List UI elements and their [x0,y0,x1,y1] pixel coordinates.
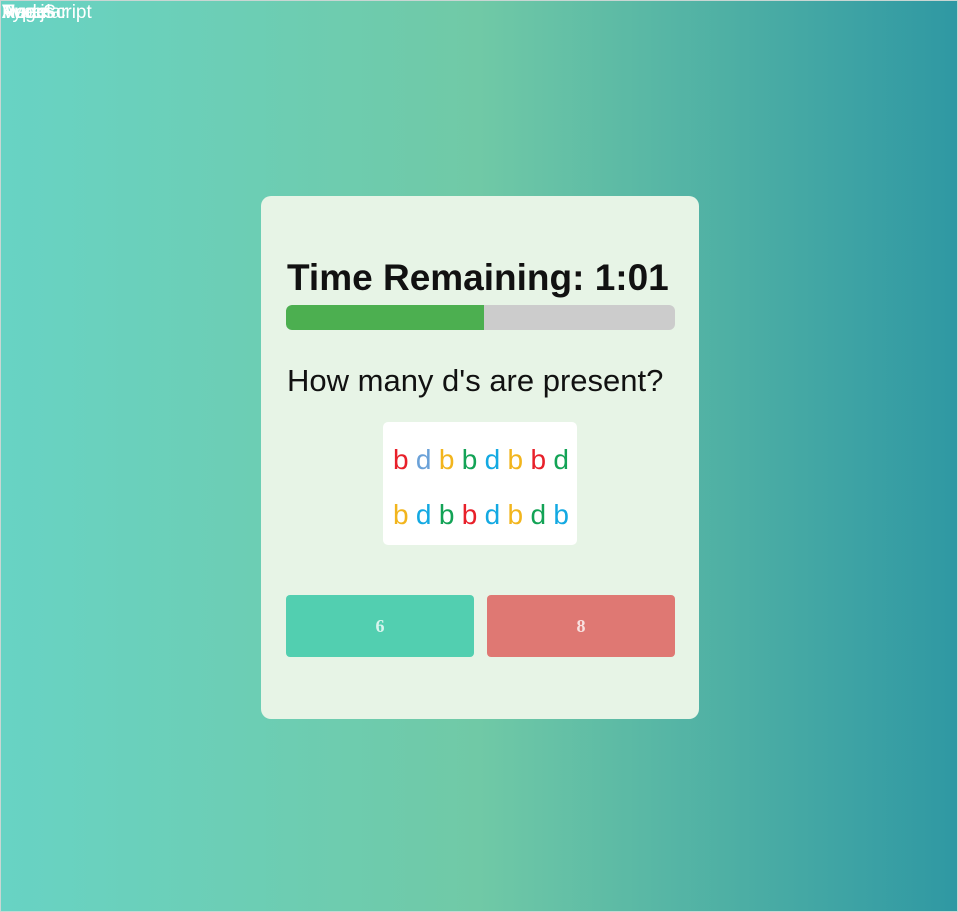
letter-glyph: d [415,444,432,475]
letter-glyph: b [461,444,478,475]
letter-glyph: d [484,444,501,475]
quiz-card: Time Remaining: 1:01 How many d's are pr… [261,196,699,719]
letter-glyph: b [553,499,569,530]
answer-button-left[interactable]: 6 [286,595,474,657]
time-progress-bar [286,305,675,330]
letter-glyph: b [438,499,455,530]
answer-button-right[interactable]: 8 [487,595,675,657]
letter-glyph: b [393,499,409,530]
letter-glyph: d [530,499,547,530]
letters-panel: bdbbdbbd bdbbdbdb [383,422,577,545]
question-text: How many d's are present? [287,363,664,398]
letter-glyph: d [415,499,432,530]
header-label: TypeScript [2,2,92,23]
letter-glyph: b [438,444,455,475]
letter-glyph: d [553,444,569,475]
letter-glyph: b [507,444,524,475]
time-remaining-title: Time Remaining: 1:01 [287,257,669,298]
overlapping-header-labels: Vue.js React Angular Node TypeScript [2,2,122,26]
letter-glyph: d [484,499,501,530]
letter-row-1: bdbbdbbd [393,445,569,475]
letter-glyph: b [393,444,409,475]
letter-glyph: b [507,499,524,530]
letter-row-2: bdbbdbdb [393,500,569,530]
letter-glyph: b [530,444,547,475]
letter-glyph: b [461,499,478,530]
time-progress-fill [286,305,485,330]
